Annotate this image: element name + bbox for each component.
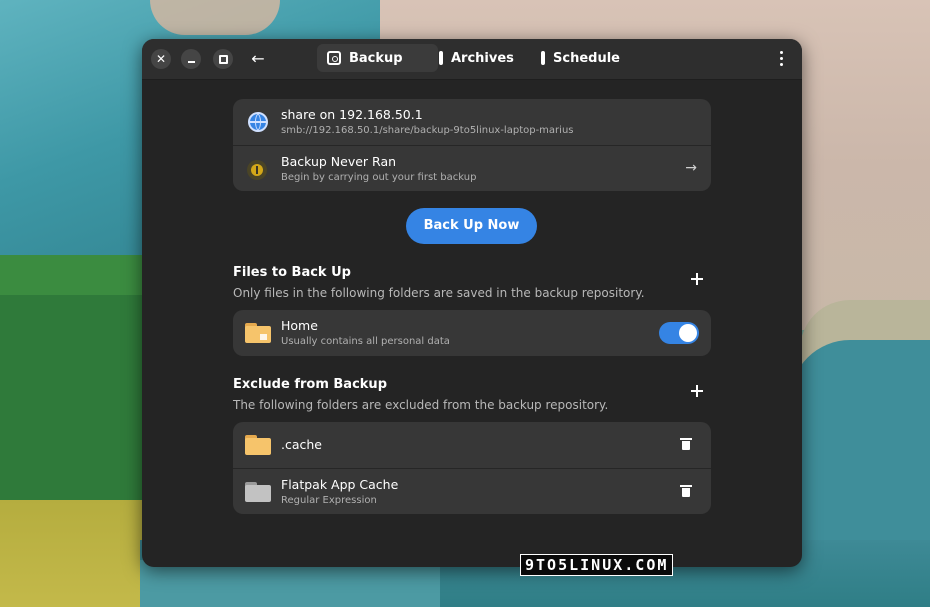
header-separator	[142, 79, 802, 80]
header-bar: ✕ ← Backup Archives Schedule	[142, 39, 802, 79]
last-backup-row[interactable]: Backup Never Ran Begin by carrying out y…	[233, 145, 711, 191]
include-item-title: Home	[281, 318, 318, 333]
exclude-section-description: The following folders are excluded from …	[233, 398, 609, 412]
home-folder-icon	[245, 323, 271, 343]
exclude-item-subtitle: Regular Expression	[281, 495, 377, 506]
arrow-right-icon: →	[685, 160, 697, 176]
archives-icon	[439, 51, 443, 65]
info-icon	[247, 160, 267, 180]
list-item: Home Usually contains all personal data	[233, 310, 711, 356]
status-card: share on 192.168.50.1 smb://192.168.50.1…	[233, 99, 711, 191]
watermark: 9TO5LINUX.COM	[520, 554, 674, 576]
tab-backup[interactable]: Backup	[317, 44, 438, 72]
back-button[interactable]: ←	[246, 48, 270, 70]
minimize-window-button[interactable]	[181, 49, 201, 69]
tab-archives[interactable]: Archives	[429, 44, 514, 72]
tab-schedule[interactable]: Schedule	[531, 44, 620, 72]
tab-archives-label: Archives	[451, 50, 514, 66]
tab-schedule-label: Schedule	[553, 50, 620, 66]
list-item: .cache	[233, 422, 711, 468]
home-include-toggle[interactable]	[659, 322, 699, 344]
main-menu-button[interactable]	[778, 49, 786, 69]
repository-url: smb://192.168.50.1/share/backup-9to5linu…	[281, 125, 574, 136]
folder-icon	[245, 435, 271, 455]
close-window-button[interactable]: ✕	[151, 49, 171, 69]
globe-icon	[248, 112, 268, 132]
arrow-left-icon: ←	[251, 49, 265, 68]
tab-backup-label: Backup	[349, 50, 403, 66]
last-backup-subtitle: Begin by carrying out your first backup	[281, 172, 477, 183]
backup-icon	[327, 51, 341, 65]
watermark-text: 9TO5LINUX.COM	[520, 554, 674, 576]
include-list: Home Usually contains all personal data	[233, 310, 711, 356]
add-include-folder-button[interactable]	[690, 272, 704, 286]
repository-row[interactable]: share on 192.168.50.1 smb://192.168.50.1…	[233, 99, 711, 145]
trash-icon[interactable]	[680, 438, 692, 450]
list-item: Flatpak App Cache Regular Expression	[233, 468, 711, 514]
exclude-section-title: Exclude from Backup	[233, 377, 387, 392]
include-section-title: Files to Back Up	[233, 265, 351, 280]
exclude-item-title: .cache	[281, 437, 322, 452]
include-section-description: Only files in the following folders are …	[233, 286, 645, 300]
last-backup-title: Backup Never Ran	[281, 154, 397, 169]
trash-icon[interactable]	[680, 485, 692, 497]
exclude-list: .cache Flatpak App Cache Regular Express…	[233, 422, 711, 514]
repository-title: share on 192.168.50.1	[281, 107, 423, 122]
schedule-icon	[541, 51, 545, 65]
exclude-item-title: Flatpak App Cache	[281, 477, 399, 492]
include-item-subtitle: Usually contains all personal data	[281, 336, 450, 347]
add-exclude-folder-button[interactable]	[690, 384, 704, 398]
app-window: ✕ ← Backup Archives Schedule share on 19…	[142, 39, 802, 567]
folder-icon	[245, 482, 271, 502]
maximize-window-button[interactable]	[213, 49, 233, 69]
back-up-now-button[interactable]: Back Up Now	[406, 208, 537, 244]
